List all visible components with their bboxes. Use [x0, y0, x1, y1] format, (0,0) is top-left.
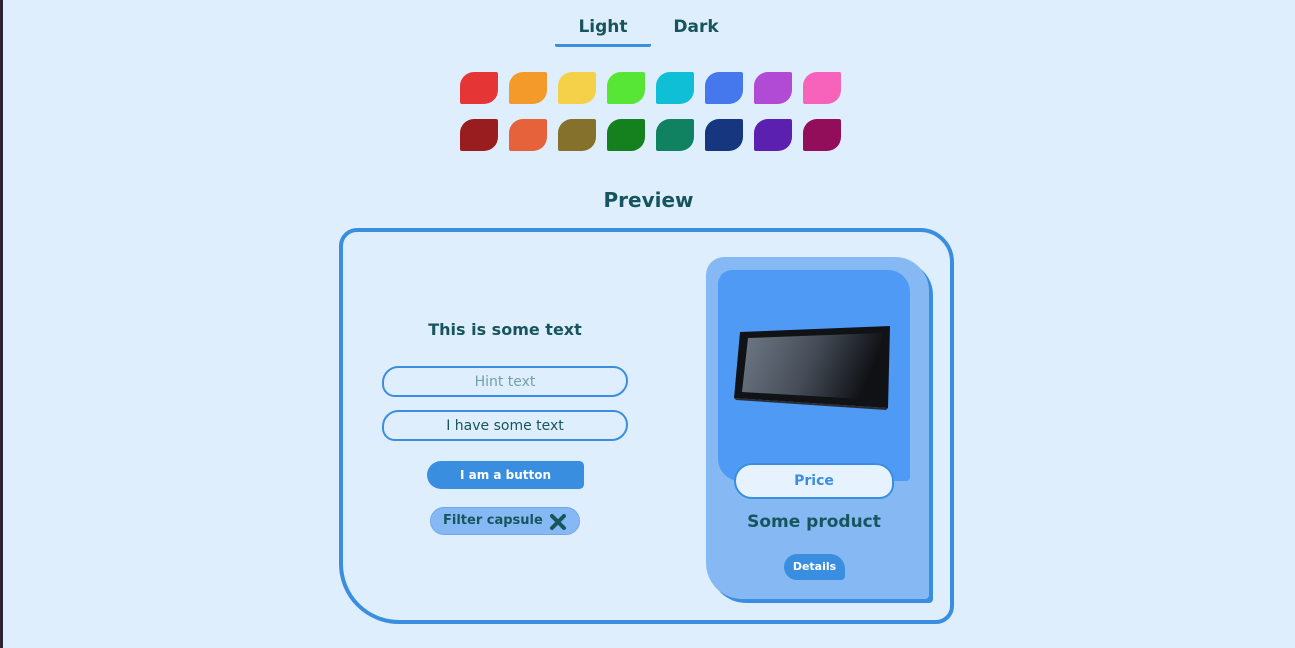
hint-text-field[interactable]: Hint text: [382, 366, 628, 397]
window-edge: [0, 0, 3, 648]
color-swatch[interactable]: [803, 119, 841, 151]
filled-text-field[interactable]: I have some text: [382, 410, 628, 441]
product-name: Some product: [747, 512, 881, 532]
color-swatch[interactable]: [509, 119, 547, 151]
color-swatch[interactable]: [607, 72, 645, 104]
color-swatch[interactable]: [705, 72, 743, 104]
color-swatch[interactable]: [558, 119, 596, 151]
sample-text: This is some text: [428, 320, 582, 339]
color-swatch[interactable]: [509, 72, 547, 104]
price-label: Price: [734, 463, 894, 499]
color-swatch[interactable]: [705, 119, 743, 151]
theme-tabs: Light Dark: [555, 14, 755, 47]
product-card: Price Some product Details: [706, 257, 929, 599]
color-swatch[interactable]: [656, 72, 694, 104]
product-image-container: [718, 270, 910, 481]
tab-light[interactable]: Light: [555, 14, 651, 47]
details-button[interactable]: Details: [784, 554, 845, 580]
tab-dark[interactable]: Dark: [651, 14, 741, 44]
color-swatch[interactable]: [754, 119, 792, 151]
primary-button[interactable]: I am a button: [427, 461, 584, 489]
color-swatch[interactable]: [754, 72, 792, 104]
tablet-image: [734, 326, 890, 410]
color-swatch[interactable]: [656, 119, 694, 151]
close-icon[interactable]: [549, 513, 567, 531]
color-swatch[interactable]: [803, 72, 841, 104]
color-swatch[interactable]: [607, 119, 645, 151]
filter-capsule-label: Filter capsule: [443, 513, 543, 528]
color-swatch[interactable]: [460, 72, 498, 104]
filter-capsule[interactable]: Filter capsule: [430, 507, 580, 535]
color-swatch[interactable]: [558, 72, 596, 104]
preview-heading: Preview: [603, 188, 694, 212]
color-swatch[interactable]: [460, 119, 498, 151]
